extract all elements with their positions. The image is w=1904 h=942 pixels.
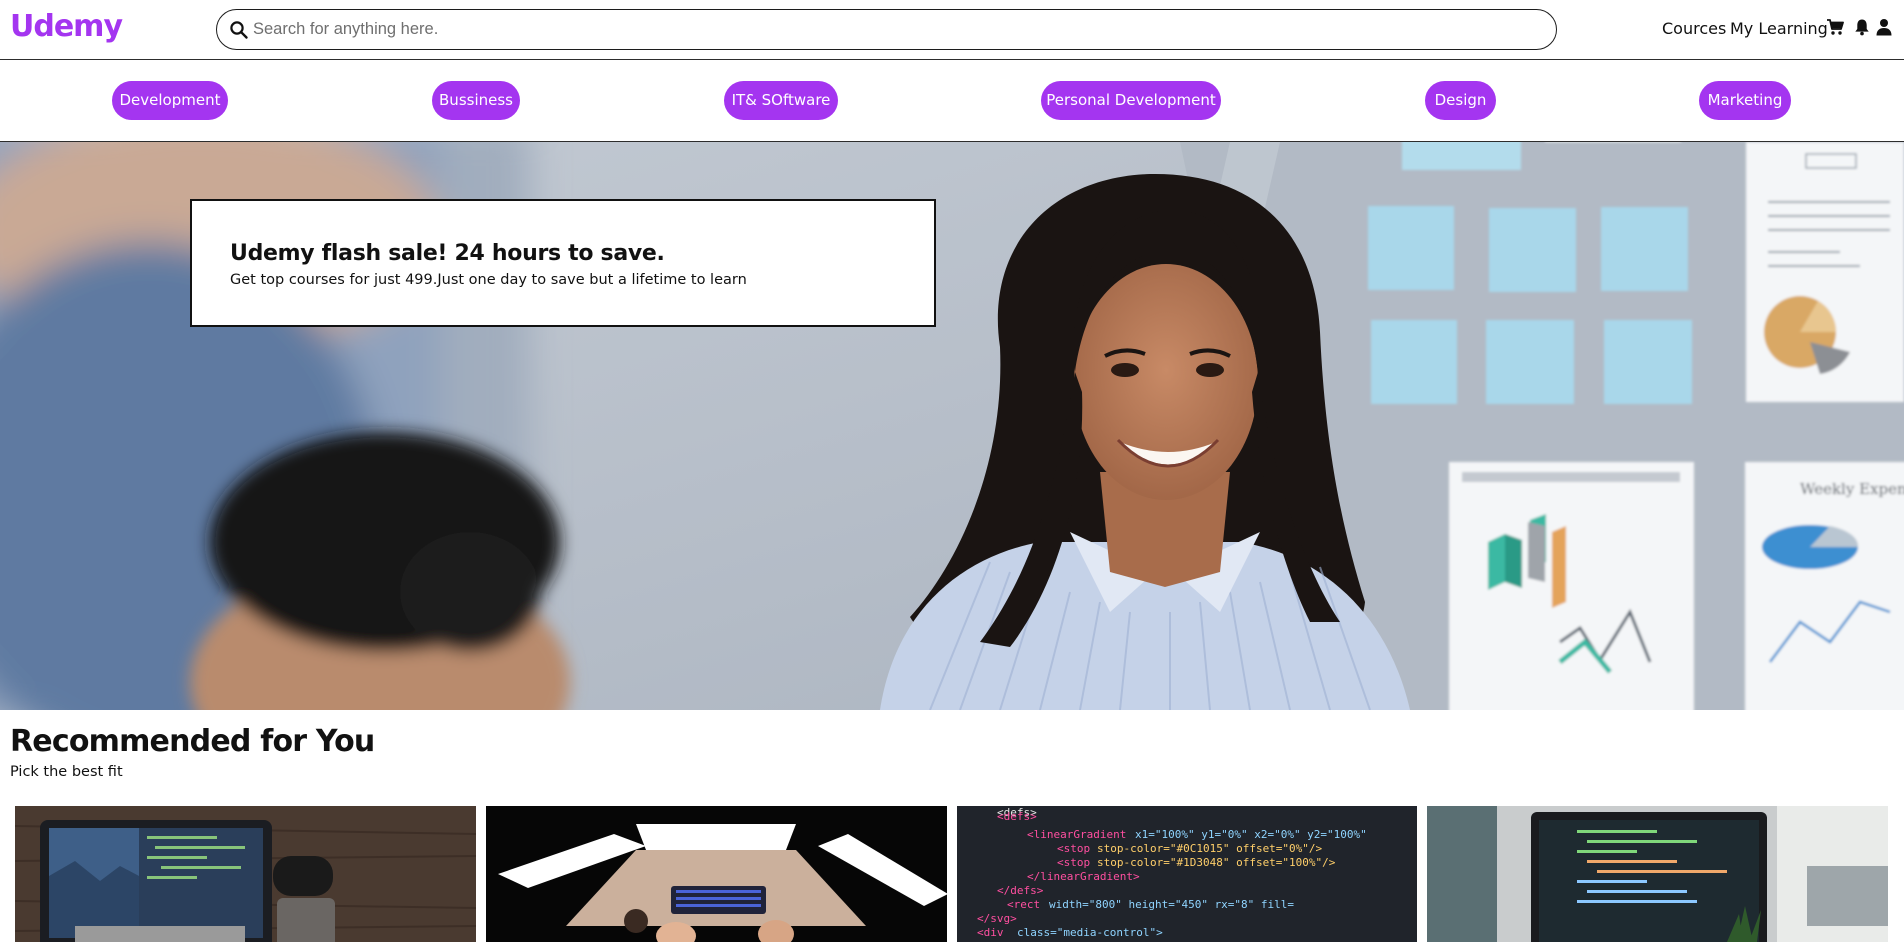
category-personal-development[interactable]: Personal Development <box>1041 81 1221 120</box>
search-icon[interactable] <box>229 20 249 40</box>
hero-banner: Weekly Expendi <box>0 142 1904 710</box>
section-subtitle: Pick the best fit <box>10 764 123 780</box>
course-thumbnail: <defs> <defs> <linearGradient x1="100%" … <box>957 806 1417 942</box>
category-business[interactable]: Bussiness <box>432 81 520 120</box>
top-navbar: Udemy Cources My Learning <box>0 0 1904 60</box>
course-thumbnail <box>1427 806 1888 942</box>
promo-box: Udemy flash sale! 24 hours to save. Get … <box>190 199 936 327</box>
course-card[interactable] <box>486 806 947 942</box>
svg-text:</linearGradient>: </linearGradient> <box>1027 870 1140 883</box>
svg-text:<stop: <stop <box>1057 842 1090 855</box>
section-title: Recommended for You <box>10 724 375 759</box>
svg-text:<div: <div <box>977 926 1004 939</box>
category-marketing[interactable]: Marketing <box>1699 81 1791 120</box>
svg-text:stop-color="#0C1015" offset="0: stop-color="#0C1015" offset="0%"/> <box>1097 842 1323 855</box>
courses-link[interactable]: Cources <box>1662 19 1726 38</box>
search-input[interactable] <box>253 15 1533 43</box>
svg-text:</defs>: </defs> <box>997 884 1044 897</box>
svg-text:</svg>: </svg> <box>977 912 1017 925</box>
promo-subtitle: Get top courses for just 499.Just one da… <box>230 272 747 288</box>
bell-icon[interactable] <box>1853 18 1871 36</box>
svg-text:<defs>: <defs> <box>997 810 1037 823</box>
course-thumbnail <box>15 806 476 942</box>
cart-icon[interactable] <box>1826 18 1844 36</box>
course-card[interactable] <box>1427 806 1888 942</box>
svg-text:stop-color="#1D3048" offset="1: stop-color="#1D3048" offset="100%"/> <box>1097 856 1336 869</box>
category-design[interactable]: Design <box>1425 81 1496 120</box>
svg-text:<stop: <stop <box>1057 856 1090 869</box>
udemy-logo[interactable]: Udemy <box>10 9 123 44</box>
search-bar[interactable] <box>216 9 1557 50</box>
course-card[interactable] <box>15 806 476 942</box>
svg-text:x1="100%" y1="0%" x2="0%" y2=": x1="100%" y1="0%" x2="0%" y2="100%" <box>1135 828 1367 841</box>
course-card[interactable]: <defs> <defs> <linearGradient x1="100%" … <box>957 806 1417 942</box>
my-learning-link[interactable]: My Learning <box>1730 19 1828 38</box>
svg-text:class="media-control">: class="media-control"> <box>1017 926 1163 939</box>
svg-text:<linearGradient: <linearGradient <box>1027 828 1126 841</box>
promo-title: Udemy flash sale! 24 hours to save. <box>230 241 665 266</box>
category-bar: Development Bussiness IT& SOftware Perso… <box>0 60 1904 142</box>
course-thumbnail <box>486 806 947 942</box>
category-it-software[interactable]: IT& SOftware <box>724 81 838 120</box>
svg-text:Weekly Expendi: Weekly Expendi <box>1800 480 1904 498</box>
category-development[interactable]: Development <box>112 81 228 120</box>
svg-text:<rect: <rect <box>1007 898 1040 911</box>
user-icon[interactable] <box>1875 18 1893 36</box>
svg-text:width="800" height="450" rx="8: width="800" height="450" rx="8" fill= <box>1049 898 1294 911</box>
